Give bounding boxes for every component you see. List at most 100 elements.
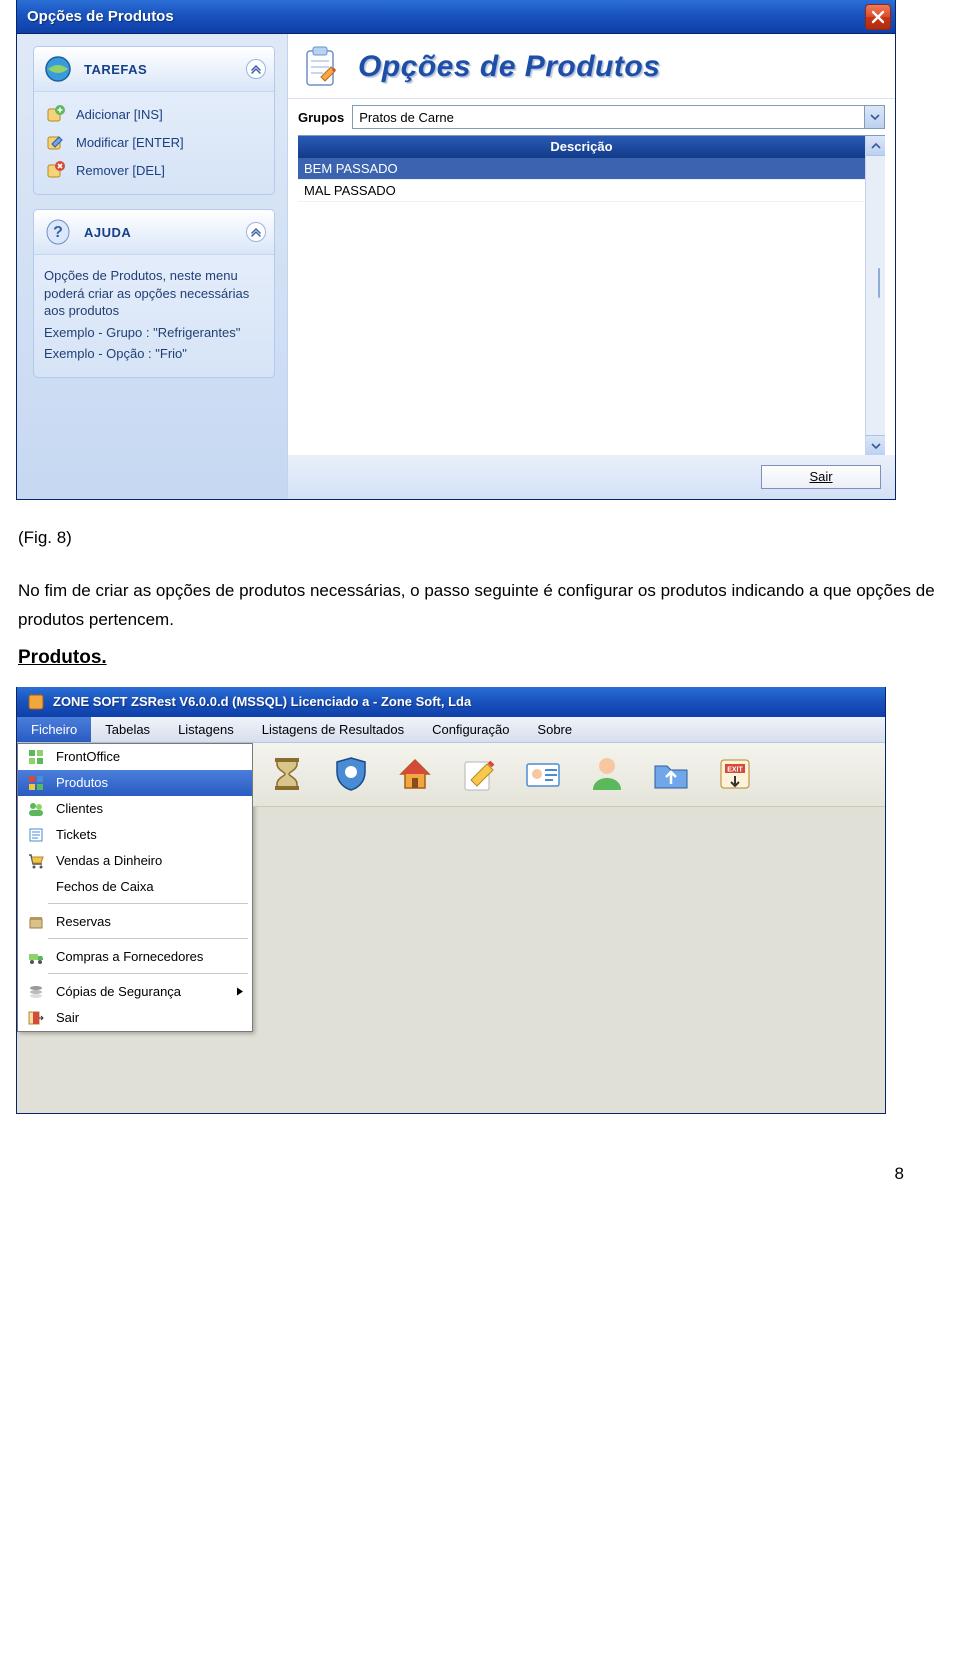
menu-item-label: Sair [56,1010,79,1025]
task-label: Modificar [ENTER] [76,135,184,150]
scrollbar[interactable] [865,136,885,455]
truck-icon [26,947,46,967]
menubar: Ficheiro Tabelas Listagens Listagens de … [17,717,885,743]
menu-item-tickets[interactable]: Tickets [18,822,252,848]
chevron-down-icon [870,112,880,122]
paragraph: No fim de criar as opções de produtos ne… [18,577,944,635]
section-heading: Produtos. [18,647,944,669]
toolbar-hourglass[interactable] [259,748,315,800]
menu-item-label: Cópias de Segurança [56,984,181,999]
menu-item-label: Clientes [56,801,103,816]
grupos-combo[interactable]: Pratos de Carne [352,105,885,129]
window-title: Opções de Produtos [27,8,174,25]
dropdown-menu: FrontOffice Produtos Clientes Tickets Ve… [17,743,253,1032]
sidebar: TAREFAS Adicionar [INS] [17,34,287,499]
toolbar: EXIT [253,743,885,807]
menu-item-label: Fechos de Caixa [56,879,154,894]
window-titlebar: ZONE SOFT ZSRest V6.0.0.d (MSSQL) Licenc… [17,687,885,717]
clipboard-icon [298,44,344,90]
toolbar-folder-up[interactable] [643,748,699,800]
dropdown-button[interactable] [864,106,884,128]
toolbar-pencil[interactable] [451,748,507,800]
menu-listagens-resultados[interactable]: Listagens de Resultados [248,717,418,742]
question-icon: ? [42,216,74,248]
footer: Sair [288,455,895,499]
main-title: Opções de Produtos [358,50,660,84]
table-row[interactable]: MAL PASSADO [298,180,865,202]
grid-icon [26,747,46,767]
hourglass-icon [267,754,307,794]
toolbar-house[interactable] [387,748,443,800]
table: Descrição BEM PASSADO MAL PASSADO [298,135,885,455]
collapse-button[interactable] [246,59,266,79]
help-panel: ? AJUDA Opções de Produtos, neste menu p… [33,209,275,378]
menu-configuracao[interactable]: Configuração [418,717,523,742]
person-icon [587,754,627,794]
grid-color-icon [26,773,46,793]
globe-icon [42,53,74,85]
menu-listagens[interactable]: Listagens [164,717,248,742]
menu-item-produtos[interactable]: Produtos [18,770,252,796]
table-row[interactable]: BEM PASSADO [298,158,865,180]
menu-ficheiro[interactable]: Ficheiro [17,717,91,742]
exit-button[interactable]: Sair [761,465,881,489]
help-panel-header: ? AJUDA [34,210,274,255]
cart-icon [26,851,46,871]
menu-item-label: Reservas [56,914,111,929]
menu-item-label: Tickets [56,827,97,842]
idcard-icon [523,754,563,794]
task-add[interactable]: Adicionar [INS] [44,100,264,128]
menu-item-compras[interactable]: Compras a Fornecedores [18,944,252,970]
tasks-panel-header: TAREFAS [34,47,274,92]
box-icon [26,912,46,932]
remove-icon [46,160,66,180]
menu-sobre[interactable]: Sobre [523,717,586,742]
menu-item-label: FrontOffice [56,749,120,764]
menu-label: Ficheiro [31,722,77,737]
menu-item-copias[interactable]: Cópias de Segurança [18,979,252,1005]
menu-item-frontoffice[interactable]: FrontOffice [18,744,252,770]
toolbar-idcard[interactable] [515,748,571,800]
stack-icon [26,982,46,1002]
menu-item-fechos[interactable]: Fechos de Caixa [18,874,252,900]
help-panel-title: AJUDA [84,225,131,240]
collapse-button[interactable] [246,222,266,242]
scroll-thumb[interactable] [878,268,880,298]
menu-tabelas[interactable]: Tabelas [91,717,164,742]
window-title: ZONE SOFT ZSRest V6.0.0.d (MSSQL) Licenc… [53,694,471,709]
app-icon [27,693,45,711]
svg-text:?: ? [53,224,63,241]
scroll-up-button[interactable] [866,136,885,156]
figure-caption: (Fig. 8) [18,524,944,553]
task-remove[interactable]: Remover [DEL] [44,156,264,184]
people-icon [26,799,46,819]
tasks-panel: TAREFAS Adicionar [INS] [33,46,275,195]
shield-icon [331,754,371,794]
window-titlebar: Opções de Produtos [17,0,895,34]
exit-red-icon: EXIT [715,754,755,794]
close-button[interactable] [865,4,891,30]
submenu-arrow-icon [236,984,244,999]
menu-item-reservas[interactable]: Reservas [18,909,252,935]
menu-item-vendas[interactable]: Vendas a Dinheiro [18,848,252,874]
menu-label: Listagens [178,722,234,737]
menu-label: Tabelas [105,722,150,737]
help-line: Exemplo - Grupo : "Refrigerantes" [44,324,264,342]
folder-up-icon [651,754,691,794]
menu-item-sair[interactable]: Sair [18,1005,252,1031]
add-icon [46,104,66,124]
chevron-up-icon [251,64,261,74]
toolbar-person[interactable] [579,748,635,800]
toolbar-exit[interactable]: EXIT [707,748,763,800]
zsrest-window: ZONE SOFT ZSRest V6.0.0.d (MSSQL) Licenc… [16,687,886,1114]
column-header: Descrição [298,136,865,158]
toolbar-shield[interactable] [323,748,379,800]
task-modify[interactable]: Modificar [ENTER] [44,128,264,156]
menu-item-clientes[interactable]: Clientes [18,796,252,822]
scroll-down-button[interactable] [866,435,885,455]
main-area: Opções de Produtos Grupos Pratos de Carn… [287,34,895,499]
menu-item-label: Compras a Fornecedores [56,949,203,964]
pencil-icon [459,754,499,794]
exit-icon [26,1008,46,1028]
grupos-row: Grupos Pratos de Carne [288,99,895,135]
